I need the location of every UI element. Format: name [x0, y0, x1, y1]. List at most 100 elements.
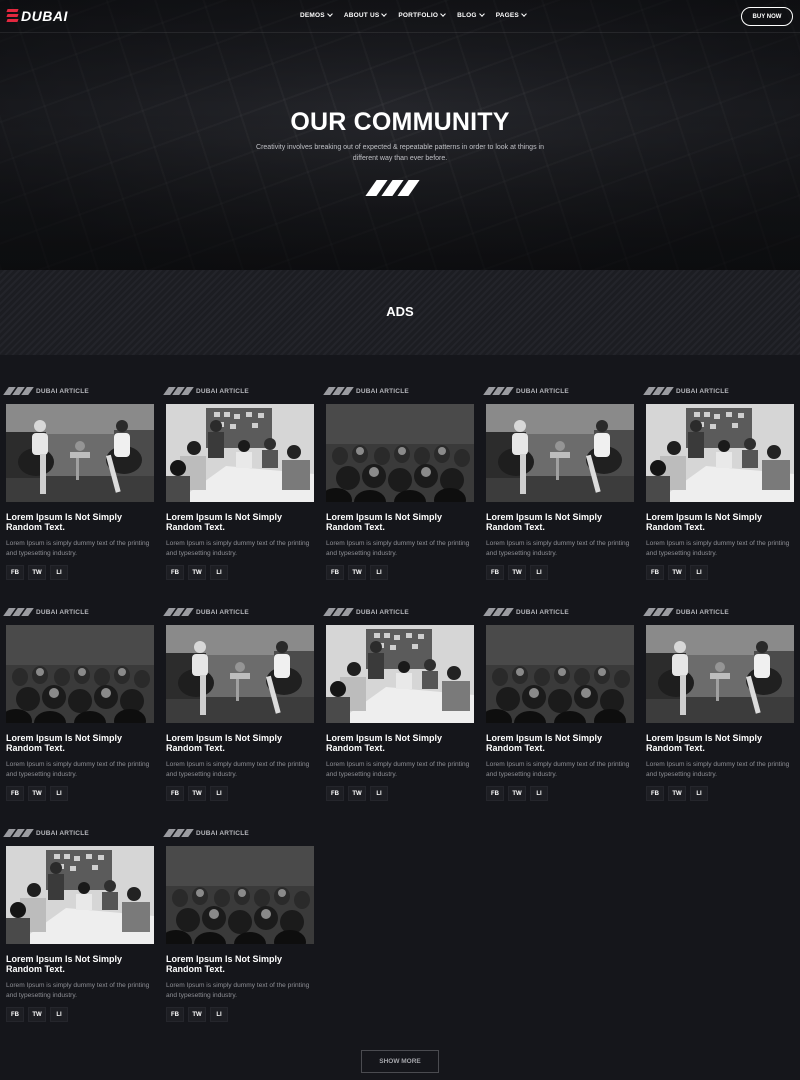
article-card: DUBAI ARTICLE Lorem Ipsum Is Not Simply …: [163, 828, 314, 1022]
article-image[interactable]: [646, 625, 794, 723]
article-title[interactable]: Lorem Ipsum Is Not Simply Random Text.: [6, 954, 154, 974]
article-image[interactable]: [326, 625, 474, 723]
article-title[interactable]: Lorem Ipsum Is Not Simply Random Text.: [646, 733, 794, 753]
share-linkedin-button[interactable]: LI: [50, 565, 68, 580]
article-image[interactable]: [6, 625, 154, 723]
article-image[interactable]: [326, 404, 474, 502]
slashes-icon: [323, 608, 354, 616]
article-card: DUBAI ARTICLE Lorem Ipsum Is Not Simply …: [163, 607, 314, 801]
share-facebook-button[interactable]: FB: [6, 786, 24, 801]
page-subtitle: Creativity involves breaking out of expe…: [256, 144, 544, 162]
share-links: FB TW LI: [166, 565, 314, 580]
article-tag-label: DUBAI ARTICLE: [196, 608, 249, 616]
share-linkedin-button[interactable]: LI: [690, 786, 708, 801]
slashes-icon: [163, 608, 194, 616]
menu-label: BLOG: [457, 12, 477, 19]
article-image[interactable]: [486, 404, 634, 502]
share-facebook-button[interactable]: FB: [326, 565, 344, 580]
article-tag-label: DUBAI ARTICLE: [676, 387, 729, 395]
menu-item-demos[interactable]: DEMOS: [300, 11, 333, 19]
share-facebook-button[interactable]: FB: [646, 565, 664, 580]
share-twitter-button[interactable]: TW: [188, 786, 206, 801]
article-excerpt: Lorem Ipsum is simply dummy text of the …: [6, 540, 150, 557]
share-facebook-button[interactable]: FB: [326, 786, 344, 801]
buy-now-button[interactable]: BUY NOW: [741, 7, 793, 26]
article-title[interactable]: Lorem Ipsum Is Not Simply Random Text.: [486, 512, 634, 532]
share-links: FB TW LI: [166, 1007, 314, 1022]
share-facebook-button[interactable]: FB: [646, 786, 664, 801]
share-linkedin-button[interactable]: LI: [210, 565, 228, 580]
menu-label: PAGES: [495, 12, 519, 19]
share-facebook-button[interactable]: FB: [6, 1007, 24, 1022]
article-tag-label: DUBAI ARTICLE: [196, 387, 249, 395]
share-facebook-button[interactable]: FB: [166, 565, 184, 580]
article-tag: DUBAI ARTICLE: [483, 386, 634, 396]
menu-label: DEMOS: [300, 12, 325, 19]
share-twitter-button[interactable]: TW: [348, 565, 366, 580]
menu-item-about-us[interactable]: ABOUT US: [344, 11, 388, 19]
article-title[interactable]: Lorem Ipsum Is Not Simply Random Text.: [6, 512, 154, 532]
article-title[interactable]: Lorem Ipsum Is Not Simply Random Text.: [166, 733, 314, 753]
chevron-down-icon: [381, 11, 388, 17]
share-linkedin-button[interactable]: LI: [210, 786, 228, 801]
chevron-down-icon: [478, 11, 485, 17]
article-image[interactable]: [6, 404, 154, 502]
article-image[interactable]: [486, 625, 634, 723]
slashes-divider-icon: [365, 180, 420, 196]
share-twitter-button[interactable]: TW: [668, 786, 686, 801]
article-title[interactable]: Lorem Ipsum Is Not Simply Random Text.: [486, 733, 634, 753]
share-twitter-button[interactable]: TW: [508, 786, 526, 801]
share-twitter-button[interactable]: TW: [188, 565, 206, 580]
share-twitter-button[interactable]: TW: [668, 565, 686, 580]
slashes-icon: [643, 387, 674, 395]
slashes-icon: [163, 829, 194, 837]
logo-text: DUBAI: [21, 8, 68, 24]
article-excerpt: Lorem Ipsum is simply dummy text of the …: [6, 761, 150, 778]
share-linkedin-button[interactable]: LI: [370, 565, 388, 580]
article-title[interactable]: Lorem Ipsum Is Not Simply Random Text.: [646, 512, 794, 532]
share-linkedin-button[interactable]: LI: [210, 1007, 228, 1022]
share-twitter-button[interactable]: TW: [348, 786, 366, 801]
article-tag-label: DUBAI ARTICLE: [356, 608, 409, 616]
share-linkedin-button[interactable]: LI: [530, 565, 548, 580]
article-card: DUBAI ARTICLE Lorem Ipsum Is Not Simply …: [163, 386, 314, 580]
article-image[interactable]: [166, 846, 314, 944]
article-card: DUBAI ARTICLE Lorem Ipsum Is Not Simply …: [643, 607, 794, 801]
share-linkedin-button[interactable]: LI: [50, 786, 68, 801]
slashes-icon: [483, 608, 514, 616]
share-linkedin-button[interactable]: LI: [690, 565, 708, 580]
show-more-button[interactable]: SHOW MORE: [361, 1050, 439, 1073]
share-twitter-button[interactable]: TW: [508, 565, 526, 580]
article-image[interactable]: [646, 404, 794, 502]
share-twitter-button[interactable]: TW: [28, 565, 46, 580]
article-tag: DUBAI ARTICLE: [643, 607, 794, 617]
article-title[interactable]: Lorem Ipsum Is Not Simply Random Text.: [6, 733, 154, 753]
article-image[interactable]: [166, 625, 314, 723]
share-links: FB TW LI: [646, 786, 794, 801]
article-excerpt: Lorem Ipsum is simply dummy text of the …: [326, 540, 470, 557]
site-logo[interactable]: DUBAI: [6, 8, 68, 24]
article-title[interactable]: Lorem Ipsum Is Not Simply Random Text.: [326, 512, 474, 532]
article-excerpt: Lorem Ipsum is simply dummy text of the …: [486, 761, 630, 778]
article-title[interactable]: Lorem Ipsum Is Not Simply Random Text.: [326, 733, 474, 753]
article-image[interactable]: [6, 846, 154, 944]
share-twitter-button[interactable]: TW: [28, 1007, 46, 1022]
share-linkedin-button[interactable]: LI: [370, 786, 388, 801]
menu-item-blog[interactable]: BLOG: [457, 11, 485, 19]
share-facebook-button[interactable]: FB: [486, 565, 504, 580]
share-linkedin-button[interactable]: LI: [530, 786, 548, 801]
share-facebook-button[interactable]: FB: [166, 786, 184, 801]
slashes-icon: [483, 387, 514, 395]
article-title[interactable]: Lorem Ipsum Is Not Simply Random Text.: [166, 954, 314, 974]
share-linkedin-button[interactable]: LI: [50, 1007, 68, 1022]
share-facebook-button[interactable]: FB: [166, 1007, 184, 1022]
share-twitter-button[interactable]: TW: [188, 1007, 206, 1022]
menu-item-pages[interactable]: PAGES: [495, 11, 527, 19]
article-image[interactable]: [166, 404, 314, 502]
share-links: FB TW LI: [6, 565, 154, 580]
share-facebook-button[interactable]: FB: [6, 565, 24, 580]
share-facebook-button[interactable]: FB: [486, 786, 504, 801]
share-twitter-button[interactable]: TW: [28, 786, 46, 801]
menu-item-portfolio[interactable]: PORTFOLIO: [398, 11, 446, 19]
article-title[interactable]: Lorem Ipsum Is Not Simply Random Text.: [166, 512, 314, 532]
